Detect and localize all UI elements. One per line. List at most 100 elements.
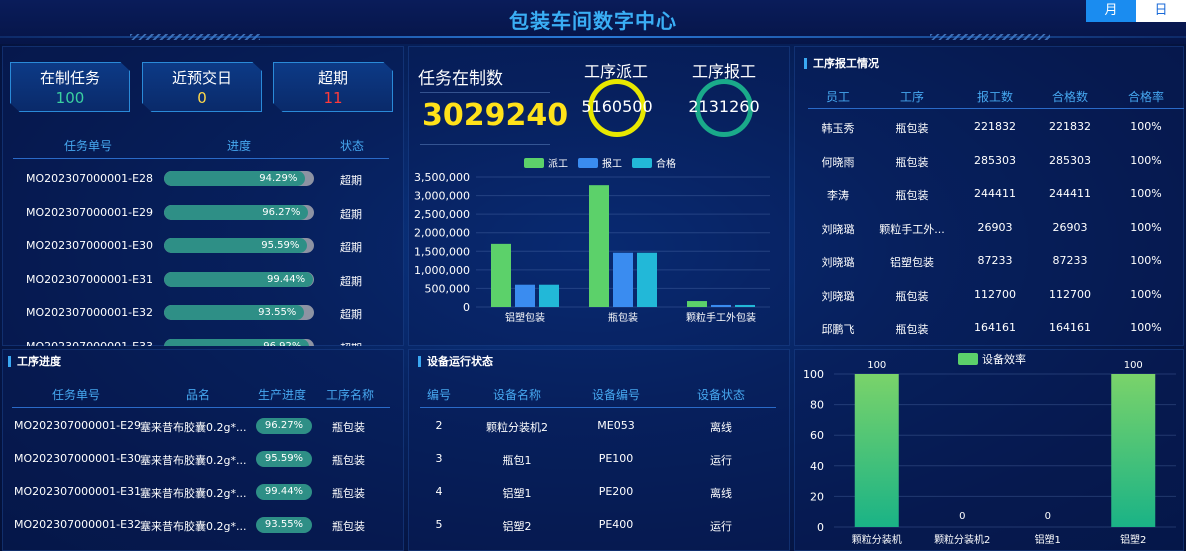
y-tick-label: 60	[810, 429, 824, 442]
header-divider	[0, 36, 1186, 38]
header-bar: 包装车间数字中心	[0, 0, 1186, 44]
table-row[interactable]: MO202307000001-E29 塞来昔布胶囊0.2g*... 96.27% 瓶包…	[0, 418, 400, 436]
table-cell: 164161	[1049, 321, 1091, 334]
bar	[539, 284, 559, 307]
progress-fill: 96.27%	[164, 204, 309, 220]
column-header: 设备编号	[591, 388, 640, 402]
header-divider	[420, 407, 776, 408]
table-cell: PE400	[598, 518, 634, 531]
table-row[interactable]: 刘晓璐 瓶包装 112700 112700 100%	[808, 288, 1184, 304]
table-row[interactable]: MO202307000001-E28 94.29% 超期	[10, 170, 392, 190]
table-cell: 铝塑1	[502, 487, 532, 500]
table-row[interactable]: 2 颗粒分装机2 ME053 离线	[410, 418, 786, 436]
table-cell: 铝塑2	[502, 520, 532, 533]
progress-text: 96.92%	[263, 339, 301, 346]
legend-swatch	[524, 158, 544, 168]
table-cell: ME053	[597, 419, 635, 432]
y-tick-label: 3,000,000	[414, 190, 470, 203]
table-cell: PE200	[598, 485, 634, 498]
bar	[637, 252, 657, 307]
table-row[interactable]: MO202307000001-E30 塞来昔布胶囊0.2g*... 95.59% 瓶包…	[0, 451, 400, 469]
wip-divider	[420, 144, 550, 145]
process-name: 瓶包装	[332, 454, 365, 467]
table-row[interactable]: MO202307000001-E33 96.92% 超期	[10, 338, 392, 346]
progress-badge: 93.55%	[256, 517, 312, 533]
table-cell: 87233	[977, 254, 1013, 267]
table-row[interactable]: MO202307000001-E32 93.55% 超期	[10, 304, 392, 324]
task-id: MO202307000001-E32	[26, 306, 154, 320]
product-name: 塞来昔布胶囊0.2g*...	[140, 520, 247, 533]
header-divider	[12, 407, 390, 408]
progress-bar: 95.59%	[164, 238, 314, 254]
table-row[interactable]: 韩玉秀 瓶包装 221832 221832 100%	[808, 120, 1184, 136]
x-tick-label: 铝塑1	[1035, 534, 1061, 546]
table-row[interactable]: MO202307000001-E30 95.59% 超期	[10, 237, 392, 257]
table-row[interactable]: MO202307000001-E31 99.44% 超期	[10, 271, 392, 291]
table-cell: 瓶包装	[895, 122, 929, 135]
y-tick-label: 500,000	[425, 282, 471, 295]
kpi-value: 0	[197, 89, 207, 107]
progress-bar: 96.92%	[164, 339, 314, 346]
toggle-month-button[interactable]: 月	[1086, 0, 1136, 22]
table-cell: PE100	[598, 452, 634, 465]
task-id: MO202307000001-E33	[26, 340, 153, 346]
table-cell: 100%	[1130, 187, 1162, 200]
page-title: 包装车间数字中心	[509, 9, 677, 33]
progress-text: 96.27%	[262, 206, 301, 218]
table-row[interactable]: 邱鹏飞 瓶包装 164161 164161 100%	[808, 321, 1184, 337]
process-name: 瓶包装	[332, 520, 365, 533]
wip-divider	[420, 92, 550, 93]
column-header: 合格数	[1051, 90, 1088, 104]
task-id: MO202307000001-E29	[26, 205, 154, 219]
panel-title: 工序报工情况	[804, 58, 879, 69]
y-tick-label: 0	[817, 521, 824, 534]
header-divider	[808, 108, 1184, 109]
dispatch-value: 5160500	[581, 97, 653, 116]
table-cell: 颗粒手工外...	[879, 222, 945, 236]
bar	[735, 304, 755, 307]
table-cell: 26903	[1052, 220, 1088, 234]
table-row[interactable]: 李涛 瓶包装 244411 244411 100%	[808, 187, 1184, 203]
y-tick-label: 2,000,000	[414, 227, 470, 240]
table-row[interactable]: 何晓雨 瓶包装 285303 285303 100%	[808, 154, 1184, 170]
column-header: 设备状态	[696, 388, 745, 402]
y-tick-label: 0	[463, 301, 470, 314]
table-row[interactable]: 4 铝塑1 PE200 离线	[410, 484, 786, 502]
progress-text: 93.55%	[258, 307, 297, 319]
panel-title: 设备运行状态	[418, 356, 493, 367]
table-row[interactable]: 3 瓶包1 PE100 运行	[410, 451, 786, 469]
task-id: MO202307000001-E28	[26, 172, 154, 185]
table-row[interactable]: 刘晓璐 颗粒手工外... 26903 26903 100%	[808, 221, 1184, 237]
x-tick-label: 颗粒分装机	[852, 533, 902, 546]
wip-value: 3029240	[422, 98, 569, 133]
product-name: 塞来昔布胶囊0.2g*...	[140, 487, 247, 500]
table-cell: 112700	[974, 287, 1016, 301]
column-header: 任务单号	[52, 388, 101, 402]
kpi-value: 11	[323, 89, 343, 107]
table-row[interactable]: MO202307000001-E31 塞来昔布胶囊0.2g*... 99.44% 瓶包…	[0, 484, 400, 502]
table-cell: 244411	[1049, 187, 1091, 200]
column-header: 生产进度	[258, 388, 307, 402]
status-badge: 超期	[340, 207, 362, 221]
table-cell: 铝塑包装	[890, 256, 934, 269]
product-name: 塞来昔布胶囊0.2g*...	[140, 421, 247, 434]
column-header: 工序	[899, 90, 924, 104]
table-cell: 何晓雨	[821, 155, 855, 169]
panel-title: 工序进度	[8, 356, 61, 367]
table-row[interactable]: 5 铝塑2 PE400 运行	[410, 517, 786, 535]
y-tick-label: 1,000,000	[414, 264, 470, 277]
x-tick-label: 颗粒分装机2	[934, 533, 990, 546]
data-label: 0	[959, 511, 965, 522]
kpi-near-due[interactable]: 近预交日 0	[142, 62, 262, 112]
task-id: MO202307000001-E30	[26, 239, 154, 253]
kpi-overdue[interactable]: 超期 11	[273, 62, 393, 112]
toggle-day-button[interactable]: 日	[1136, 0, 1186, 22]
process-name: 瓶包装	[332, 421, 365, 434]
table-row[interactable]: MO202307000001-E32 塞来昔布胶囊0.2g*... 93.55% 瓶包…	[0, 517, 400, 535]
table-cell: 100%	[1130, 153, 1162, 167]
table-row[interactable]: 刘晓璐 铝塑包装 87233 87233 100%	[808, 254, 1184, 270]
kpi-in-progress[interactable]: 在制任务 100	[10, 62, 130, 112]
table-cell: 164161	[974, 321, 1016, 334]
table-row[interactable]: MO202307000001-E29 96.27% 超期	[10, 204, 392, 224]
data-label: 100	[1124, 360, 1143, 371]
